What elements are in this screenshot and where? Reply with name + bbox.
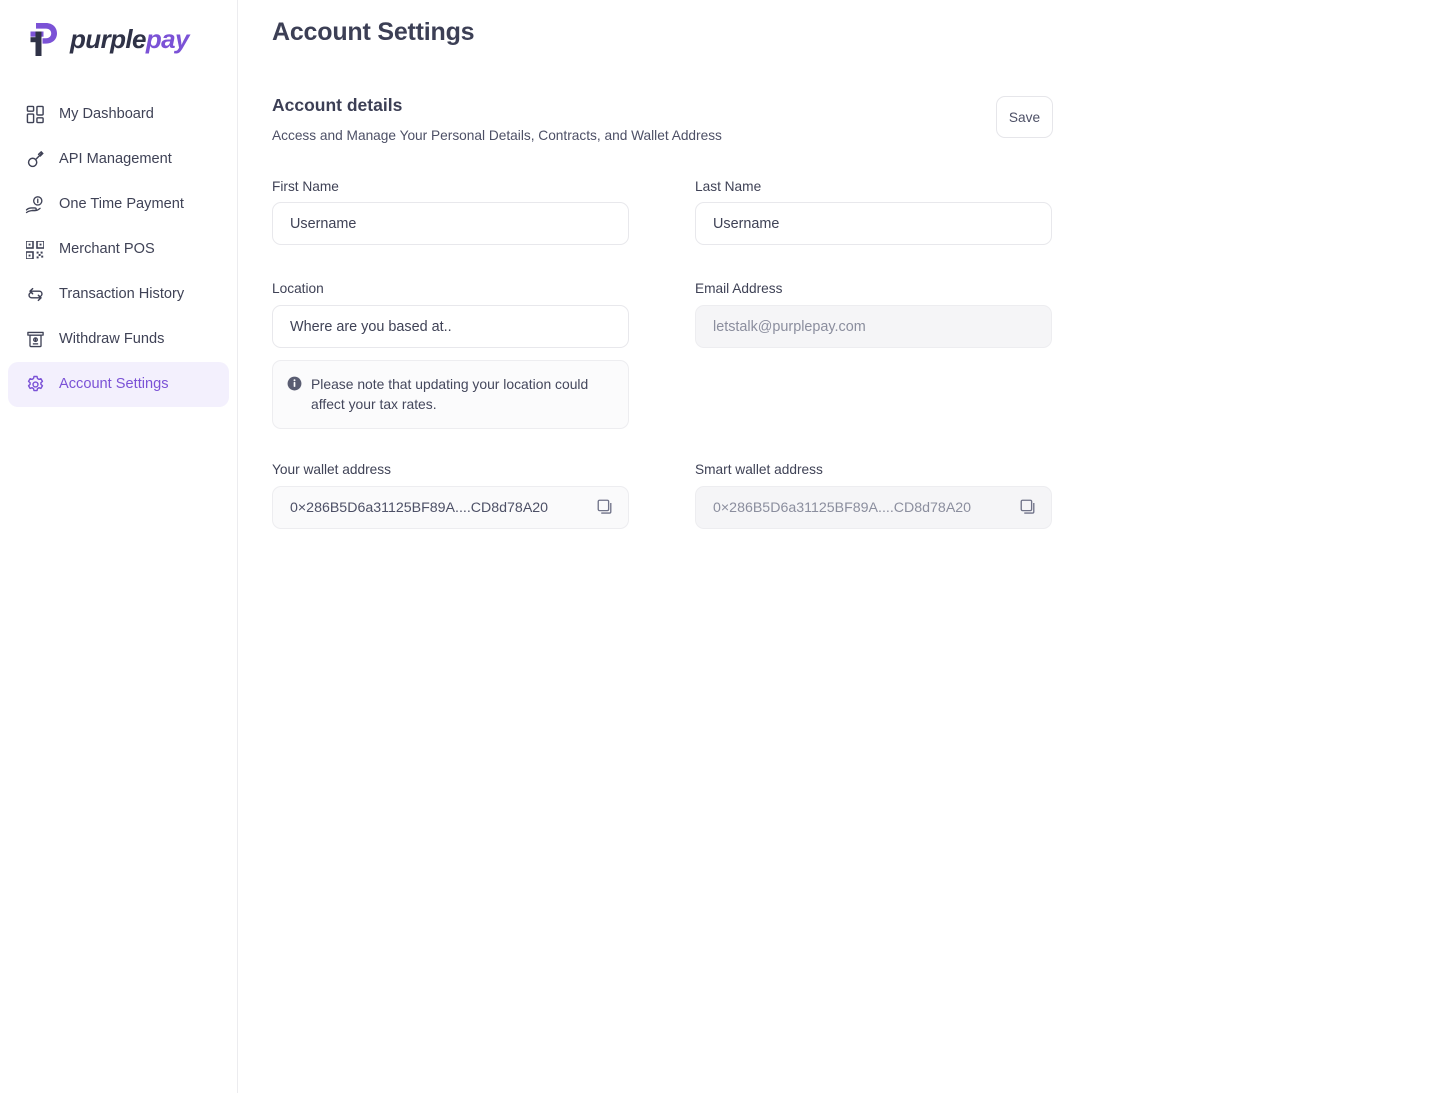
email-field: Email Address letstalk@purplepay.com xyxy=(695,282,1052,429)
sidebar-item-label: Transaction History xyxy=(59,286,185,303)
account-details-header: Account details Access and Manage Your P… xyxy=(272,95,1053,143)
sidebar-item-merchant-pos[interactable]: Merchant POS xyxy=(8,227,229,272)
your-wallet-address-field: Your wallet address 0×286B5D6a31125BF89A… xyxy=(272,462,629,530)
copy-icon[interactable] xyxy=(1018,498,1038,518)
hand-coin-icon xyxy=(24,194,46,216)
your-wallet-address-value: 0×286B5D6a31125BF89A....CD8d78A20 xyxy=(290,499,549,516)
copy-icon[interactable] xyxy=(595,498,615,518)
form-row-spacer xyxy=(272,245,1052,282)
smart-wallet-address-field: Smart wallet address 0×286B5D6a31125BF89… xyxy=(695,462,1052,530)
section-subtitle: Access and Manage Your Personal Details,… xyxy=(272,128,722,143)
smart-wallet-address-label: Smart wallet address xyxy=(695,462,823,478)
sidebar-item-label: Withdraw Funds xyxy=(59,331,165,348)
sidebar-item-label: API Management xyxy=(59,151,172,168)
sidebar-item-label: Account Settings xyxy=(59,376,169,393)
last-name-label: Last Name xyxy=(695,178,762,194)
sidebar-item-transaction-history[interactable]: Transaction History xyxy=(8,272,229,317)
your-wallet-address-label: Your wallet address xyxy=(272,462,391,478)
account-details-form: First Name Username Last Name Username L… xyxy=(272,178,1440,530)
email-label: Email Address xyxy=(695,281,783,297)
sidebar-item-one-time-payment[interactable]: One Time Payment xyxy=(8,182,229,227)
sidebar-item-withdraw-funds[interactable]: Withdraw Funds xyxy=(8,317,229,362)
brand-logo[interactable]: purplepay xyxy=(0,0,237,62)
location-tax-note: Please note that updating your location … xyxy=(272,360,629,430)
save-button[interactable]: Save xyxy=(996,96,1053,138)
location-input[interactable]: Where are you based at.. xyxy=(272,305,629,349)
location-label: Location xyxy=(272,281,324,297)
first-name-label: First Name xyxy=(272,178,339,194)
key-icon xyxy=(24,149,46,171)
sidebar-nav: My Dashboard API Management One Time Pay… xyxy=(0,92,237,407)
page-title: Account Settings xyxy=(272,18,475,46)
sidebar-item-label: Merchant POS xyxy=(59,241,155,258)
brand-name-primary: purple xyxy=(70,24,146,54)
your-wallet-address-value-box: 0×286B5D6a31125BF89A....CD8d78A20 xyxy=(272,486,629,530)
form-row-spacer-2 xyxy=(272,429,1052,463)
app-root: purplepay My Dashboard API Management On… xyxy=(0,0,1440,1093)
sidebar-item-label: My Dashboard xyxy=(59,106,154,123)
smart-wallet-address-value-box: 0×286B5D6a31125BF89A....CD8d78A20 xyxy=(695,486,1052,530)
smart-wallet-address-value: 0×286B5D6a31125BF89A....CD8d78A20 xyxy=(713,499,972,516)
section-title: Account details xyxy=(272,95,403,115)
sidebar-item-account-settings[interactable]: Account Settings xyxy=(8,362,229,407)
location-tax-note-text: Please note that updating your location … xyxy=(311,376,589,413)
location-field: Location Where are you based at.. Please… xyxy=(272,281,629,430)
sidebar-item-my-dashboard[interactable]: My Dashboard xyxy=(8,92,229,137)
swap-arrows-icon xyxy=(24,284,46,306)
brand-wordmark: purplepay xyxy=(70,26,189,52)
purplepay-p-logo-icon xyxy=(26,21,60,57)
first-name-input[interactable]: Username xyxy=(272,202,629,246)
sidebar-item-api-management[interactable]: API Management xyxy=(8,137,229,182)
main-content: Account Settings Account details Access … xyxy=(238,0,1440,1093)
account-details-header-text: Account details Access and Manage Your P… xyxy=(272,95,722,143)
info-icon xyxy=(287,376,302,391)
sidebar: purplepay My Dashboard API Management On… xyxy=(0,0,238,1093)
first-name-field: First Name Username xyxy=(272,178,629,246)
qr-code-icon xyxy=(24,239,46,261)
brand-name-secondary: pay xyxy=(145,24,190,54)
dashboard-grid-icon xyxy=(24,104,46,126)
gear-icon xyxy=(24,374,46,396)
last-name-input[interactable]: Username xyxy=(695,202,1052,246)
email-input: letstalk@purplepay.com xyxy=(695,305,1052,349)
last-name-field: Last Name Username xyxy=(695,178,1052,246)
sidebar-item-label: One Time Payment xyxy=(59,196,184,213)
atm-icon xyxy=(24,329,46,351)
